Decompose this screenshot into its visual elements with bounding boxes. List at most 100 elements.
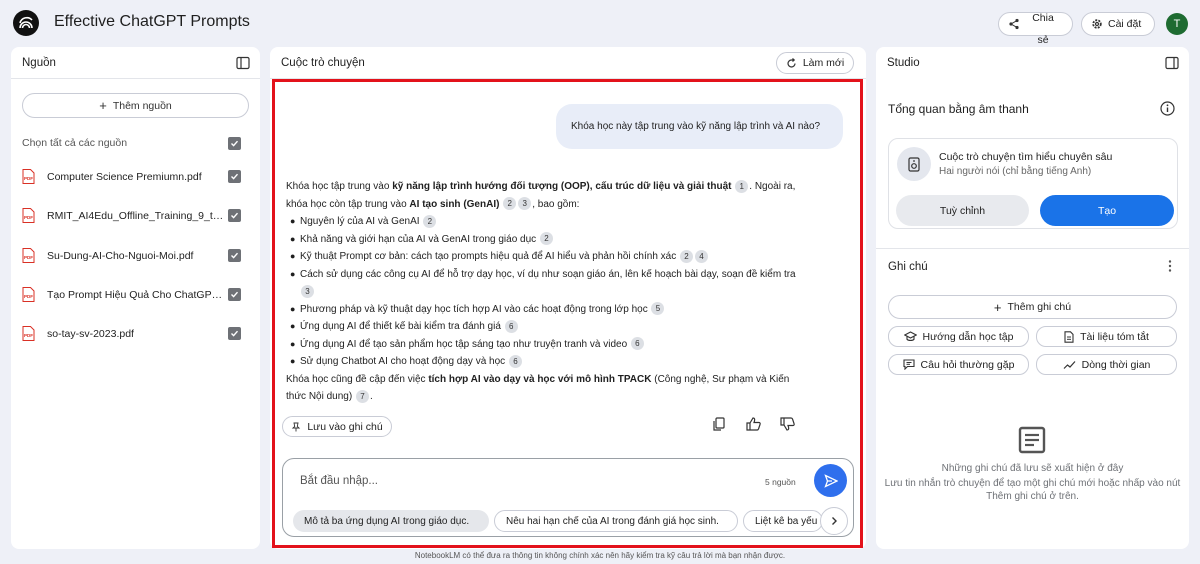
study-guide-label: Hướng dẫn học tập: [922, 330, 1014, 343]
chat-input[interactable]: Bắt đầu nhập...: [300, 475, 378, 487]
audio-overview-card: Cuộc trò chuyện tìm hiểu chuyên sâu Hai …: [888, 138, 1178, 229]
refresh-chat-button[interactable]: Làm mới: [776, 52, 854, 74]
divider: [876, 248, 1189, 249]
sources-panel: Nguồn + Thêm nguồn Chọn tất cả các nguồn…: [11, 47, 260, 549]
citation-badge[interactable]: 2: [423, 214, 437, 228]
faq-button[interactable]: Câu hỏi thường gặp: [888, 354, 1029, 375]
check-icon: [231, 252, 239, 259]
bullet-text: Khả năng và giới hạn của AI và GenAI tro…: [300, 233, 537, 245]
refresh-icon: [787, 57, 796, 68]
svg-text:PDF: PDF: [24, 176, 33, 181]
add-note-button[interactable]: + Thêm ghi chú: [888, 295, 1177, 319]
citation-badge[interactable]: 2: [539, 232, 553, 246]
sources-header: Nguồn: [11, 47, 260, 79]
citation-badge[interactable]: 7: [355, 389, 369, 403]
citation-badge[interactable]: 5: [651, 302, 665, 316]
share-icon: [1009, 18, 1019, 30]
suggestion-chip[interactable]: Nêu hai hạn chế của AI trong đánh giá họ…: [494, 510, 738, 532]
suggestion-chip[interactable]: Mô tả ba ứng dụng AI trong giáo dục.: [293, 510, 489, 532]
check-icon: [231, 173, 239, 180]
chat-header: Cuộc trò chuyện Làm mới: [270, 47, 866, 79]
citation-badge[interactable]: 2: [680, 249, 694, 263]
timeline-button[interactable]: Dòng thời gian: [1036, 354, 1177, 375]
citation-badge[interactable]: 2: [503, 197, 517, 211]
suggestions-next-button[interactable]: [820, 507, 848, 535]
answer-text: Khóa học cũng đề cập đến việc: [286, 373, 429, 385]
deep-dive-subtitle: Hai người nói (chỉ bằng tiếng Anh): [939, 166, 1092, 177]
source-checkbox[interactable]: [228, 170, 241, 183]
citation-badge[interactable]: 6: [504, 319, 518, 333]
source-name: so-tay-sv-2023.pdf: [47, 328, 134, 340]
source-item[interactable]: PDF Su-Dung-AI-Cho-Nguoi-Moi.pdf: [22, 248, 249, 264]
bullet-text: Cách sử dụng các công cụ AI để hỗ trợ dạ…: [300, 268, 796, 280]
notebooklm-logo[interactable]: [13, 10, 39, 36]
settings-button[interactable]: Cài đặt: [1081, 12, 1155, 36]
save-to-note-button[interactable]: Lưu vào ghi chú: [282, 416, 392, 437]
source-checkbox[interactable]: [228, 288, 241, 301]
answer-text: , bao gồm:: [532, 198, 580, 210]
notebook-title[interactable]: Effective ChatGPT Prompts: [54, 13, 250, 31]
check-icon: [231, 330, 239, 337]
source-checkbox[interactable]: [228, 209, 241, 222]
pdf-icon: PDF: [22, 248, 35, 263]
check-icon: [231, 212, 239, 219]
add-source-label: Thêm nguồn: [112, 99, 172, 112]
select-all-checkbox[interactable]: [228, 137, 241, 150]
create-button[interactable]: Tạo: [1040, 195, 1174, 226]
thumbs-up-icon[interactable]: [746, 417, 762, 431]
source-name: Computer Science Premiumn.pdf: [47, 171, 202, 183]
avatar[interactable]: T: [1166, 13, 1188, 35]
studio-title: Studio: [887, 57, 920, 69]
pdf-icon: PDF: [22, 169, 35, 184]
notes-title: Ghi chú: [888, 261, 928, 273]
audio-overview-title: Tổng quan bằng âm thanh: [888, 102, 1029, 116]
notes-empty-description: Lưu tin nhắn trò chuyện để tạo một ghi c…: [884, 478, 1181, 502]
source-name: Tạo Prompt Hiệu Quả Cho ChatGPT....: [47, 289, 227, 301]
save-to-note-label: Lưu vào ghi chú: [307, 420, 383, 433]
citation-badge[interactable]: 1: [735, 179, 749, 193]
customize-button[interactable]: Tuỳ chỉnh: [896, 195, 1029, 226]
answer-outro: Khóa học cũng đề cập đến việc tích hợp A…: [286, 373, 790, 403]
copy-icon[interactable]: [712, 417, 726, 431]
chat-composer: Bắt đầu nhập... 5 nguồn Mô tả ba ứng dụn…: [282, 458, 854, 537]
refresh-chat-label: Làm mới: [802, 57, 845, 69]
svg-text:PDF: PDF: [24, 333, 33, 338]
svg-text:PDF: PDF: [24, 255, 33, 260]
source-item[interactable]: PDF Computer Science Premiumn.pdf: [22, 169, 249, 185]
answer-bullet: Ứng dụng AI để thiết kế bài kiểm tra đán…: [286, 318, 796, 336]
study-guide-button[interactable]: Hướng dẫn học tập: [888, 326, 1029, 347]
summary-doc-button[interactable]: Tài liệu tóm tắt: [1036, 326, 1177, 347]
source-count: 5 nguồn: [765, 477, 796, 487]
source-item[interactable]: PDF RMIT_AI4Edu_Offline_Training_9_th_..…: [22, 208, 249, 224]
info-icon[interactable]: [1160, 101, 1175, 116]
citation-badge[interactable]: 3: [301, 284, 314, 298]
source-name: Su-Dung-AI-Cho-Nguoi-Moi.pdf: [47, 250, 194, 262]
bullet-text: Ứng dụng AI để tạo sản phẩm học tập sáng…: [300, 338, 628, 350]
more-options-icon[interactable]: [1168, 259, 1172, 273]
collapse-panel-icon[interactable]: [1165, 56, 1179, 70]
source-item[interactable]: PDF Tạo Prompt Hiệu Quả Cho ChatGPT....: [22, 287, 249, 303]
pdf-icon: PDF: [22, 326, 35, 341]
notes-empty-title: Những ghi chú đã lưu sẽ xuất hiện ở đây: [941, 463, 1124, 474]
answer-intro: Khóa học tập trung vào kỹ năng lập trình…: [286, 178, 796, 213]
gear-icon: [1092, 19, 1102, 29]
suggestion-chip[interactable]: Liệt kê ba yếu: [743, 510, 823, 532]
source-item[interactable]: PDF so-tay-sv-2023.pdf: [22, 326, 249, 342]
source-checkbox[interactable]: [228, 327, 241, 340]
summary-doc-label: Tài liệu tóm tắt: [1080, 330, 1149, 343]
source-checkbox[interactable]: [228, 249, 241, 262]
add-source-button[interactable]: + Thêm nguồn: [22, 93, 249, 118]
thumbs-down-icon[interactable]: [780, 417, 796, 431]
graduation-cap-icon: [903, 331, 917, 341]
speaker-icon: [897, 147, 931, 181]
citation-badge[interactable]: 4: [695, 249, 709, 263]
share-button[interactable]: Chia sẻ: [998, 12, 1073, 46]
studio-panel: Studio Tổng quan bằng âm thanh Cuộc trò …: [876, 47, 1189, 549]
answer-bold: AI tạo sinh (GenAI): [409, 198, 500, 210]
send-button[interactable]: [814, 464, 847, 497]
citation-badge[interactable]: 6: [508, 354, 522, 368]
citation-badge[interactable]: 6: [630, 337, 644, 351]
deep-dive-title: Cuộc trò chuyện tìm hiểu chuyên sâu: [939, 151, 1113, 163]
collapse-panel-icon[interactable]: [236, 56, 250, 70]
citation-badge[interactable]: 3: [518, 197, 532, 211]
